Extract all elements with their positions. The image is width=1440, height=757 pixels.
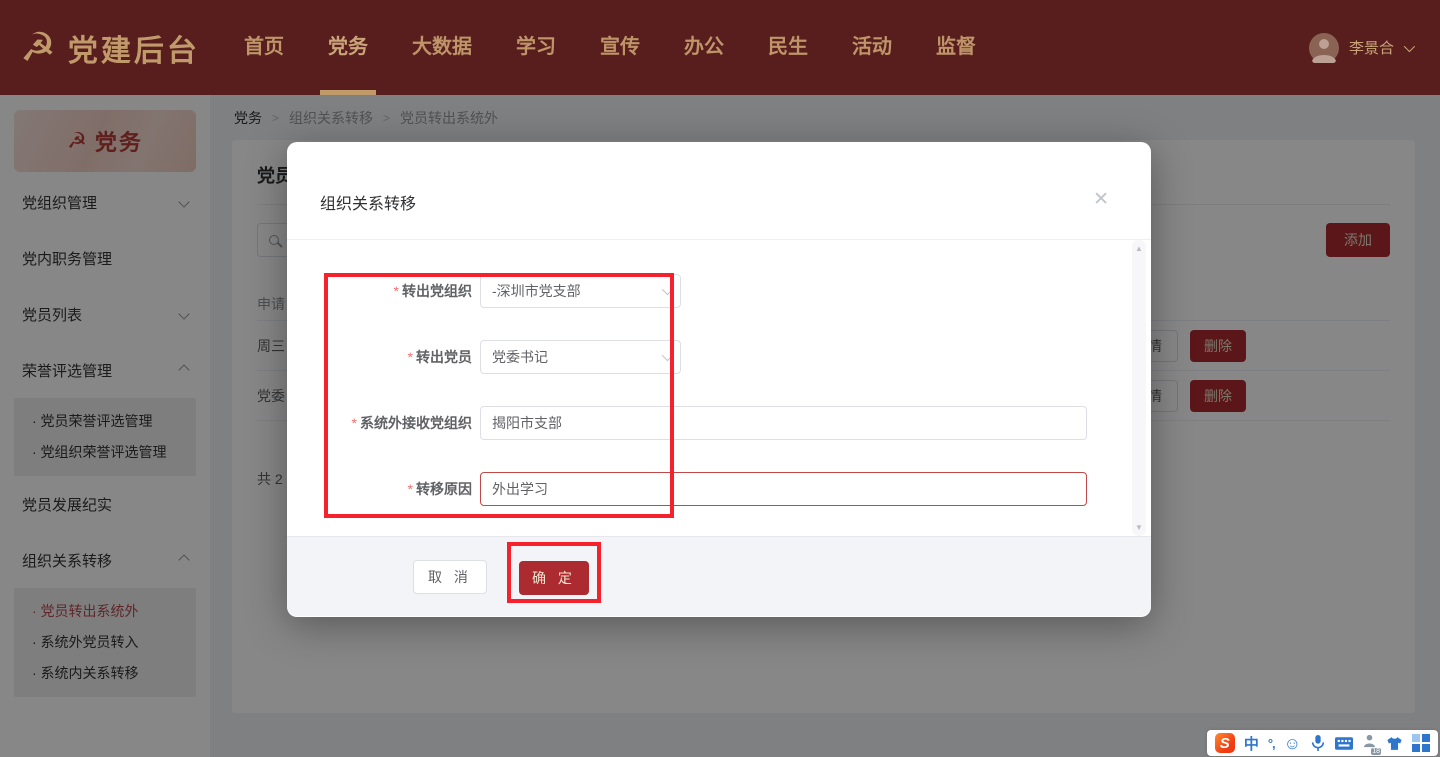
top-nav: 首页 党务 大数据 学习 宣传 办公 民生 活动 监督 bbox=[244, 0, 976, 95]
field-label: *转出党员 bbox=[287, 347, 480, 367]
keyboard-icon[interactable] bbox=[1335, 737, 1353, 750]
ime-menu-grid-icon[interactable] bbox=[1412, 734, 1430, 752]
field-label: *转出党组织 bbox=[287, 281, 480, 301]
ime-punctuation-icon[interactable]: °, bbox=[1268, 736, 1275, 751]
out-member-select[interactable]: 党委书记 bbox=[480, 340, 681, 374]
field-label: *系统外接收党组织 bbox=[287, 413, 480, 433]
close-icon[interactable]: ✕ bbox=[1093, 190, 1109, 209]
user-name: 李景合 bbox=[1349, 37, 1394, 58]
login-status-icon[interactable]: 18 bbox=[1362, 733, 1377, 753]
form-row-out-member: *转出党员 党委书记 bbox=[287, 340, 1151, 374]
field-label: *转移原因 bbox=[287, 479, 480, 499]
modal-body: *转出党组织 -深圳市党支部 *转出党员 党委书记 *系统外接收党组织 bbox=[287, 240, 1151, 536]
nav-item-livelihood[interactable]: 民生 bbox=[768, 0, 808, 95]
ime-language-icon[interactable]: 中 bbox=[1244, 733, 1259, 754]
sogou-logo-icon[interactable]: S bbox=[1215, 733, 1235, 753]
microphone-icon[interactable] bbox=[1310, 734, 1326, 752]
receiving-org-input[interactable] bbox=[480, 406, 1087, 440]
scroll-up-icon[interactable]: ▲ bbox=[1132, 244, 1146, 253]
nav-item-publicity[interactable]: 宣传 bbox=[600, 0, 640, 95]
nav-item-party-affairs[interactable]: 党务 bbox=[328, 0, 368, 95]
party-emblem-icon: ☭ bbox=[20, 28, 56, 68]
nav-item-home[interactable]: 首页 bbox=[244, 0, 284, 95]
form-row-out-org: *转出党组织 -深圳市党支部 bbox=[287, 274, 1151, 308]
nav-item-supervision[interactable]: 监督 bbox=[936, 0, 976, 95]
nav-item-activity[interactable]: 活动 bbox=[852, 0, 892, 95]
transfer-reason-input[interactable] bbox=[480, 472, 1087, 506]
scroll-down-icon[interactable]: ▼ bbox=[1132, 523, 1146, 532]
confirm-button[interactable]: 确 定 bbox=[519, 561, 589, 595]
nav-item-study[interactable]: 学习 bbox=[516, 0, 556, 95]
emoji-icon[interactable]: ☺ bbox=[1284, 735, 1301, 752]
app-header: ☭ 党建后台 首页 党务 大数据 学习 宣传 办公 民生 活动 监督 李景合 bbox=[0, 0, 1440, 95]
required-mark: * bbox=[394, 283, 399, 299]
skin-shirt-icon[interactable] bbox=[1386, 736, 1403, 751]
cancel-button[interactable]: 取 消 bbox=[413, 560, 487, 594]
modal-title: 组织关系转移 bbox=[320, 190, 416, 214]
required-mark: * bbox=[352, 415, 357, 431]
nav-item-office[interactable]: 办公 bbox=[684, 0, 724, 95]
chevron-down-icon bbox=[1404, 40, 1415, 51]
chevron-down-icon bbox=[662, 284, 673, 295]
user-menu[interactable]: 李景合 bbox=[1309, 0, 1412, 95]
ime-toolbar: S 中 °, ☺ 18 bbox=[1207, 730, 1438, 756]
badge-18: 18 bbox=[1371, 748, 1381, 755]
modal-footer: 取 消 确 定 bbox=[287, 536, 1151, 616]
transfer-modal: 组织关系转移 ✕ *转出党组织 -深圳市党支部 *转出党员 党委书记 *系统外接… bbox=[287, 142, 1151, 617]
out-org-select[interactable]: -深圳市党支部 bbox=[480, 274, 681, 308]
required-mark: * bbox=[408, 349, 413, 365]
avatar bbox=[1309, 33, 1339, 63]
form-row-receiving-org: *系统外接收党组织 bbox=[287, 406, 1151, 440]
modal-header: 组织关系转移 ✕ bbox=[287, 142, 1151, 240]
select-value: -深圳市党支部 bbox=[492, 281, 581, 301]
app-logo: ☭ 党建后台 bbox=[20, 0, 200, 95]
app-title: 党建后台 bbox=[68, 26, 200, 70]
chevron-down-icon bbox=[662, 350, 673, 361]
form-row-transfer-reason: *转移原因 bbox=[287, 472, 1151, 506]
required-mark: * bbox=[408, 481, 413, 497]
nav-item-bigdata[interactable]: 大数据 bbox=[412, 0, 472, 95]
modal-scrollbar[interactable]: ▲ ▼ bbox=[1132, 240, 1146, 536]
select-value: 党委书记 bbox=[492, 347, 548, 367]
